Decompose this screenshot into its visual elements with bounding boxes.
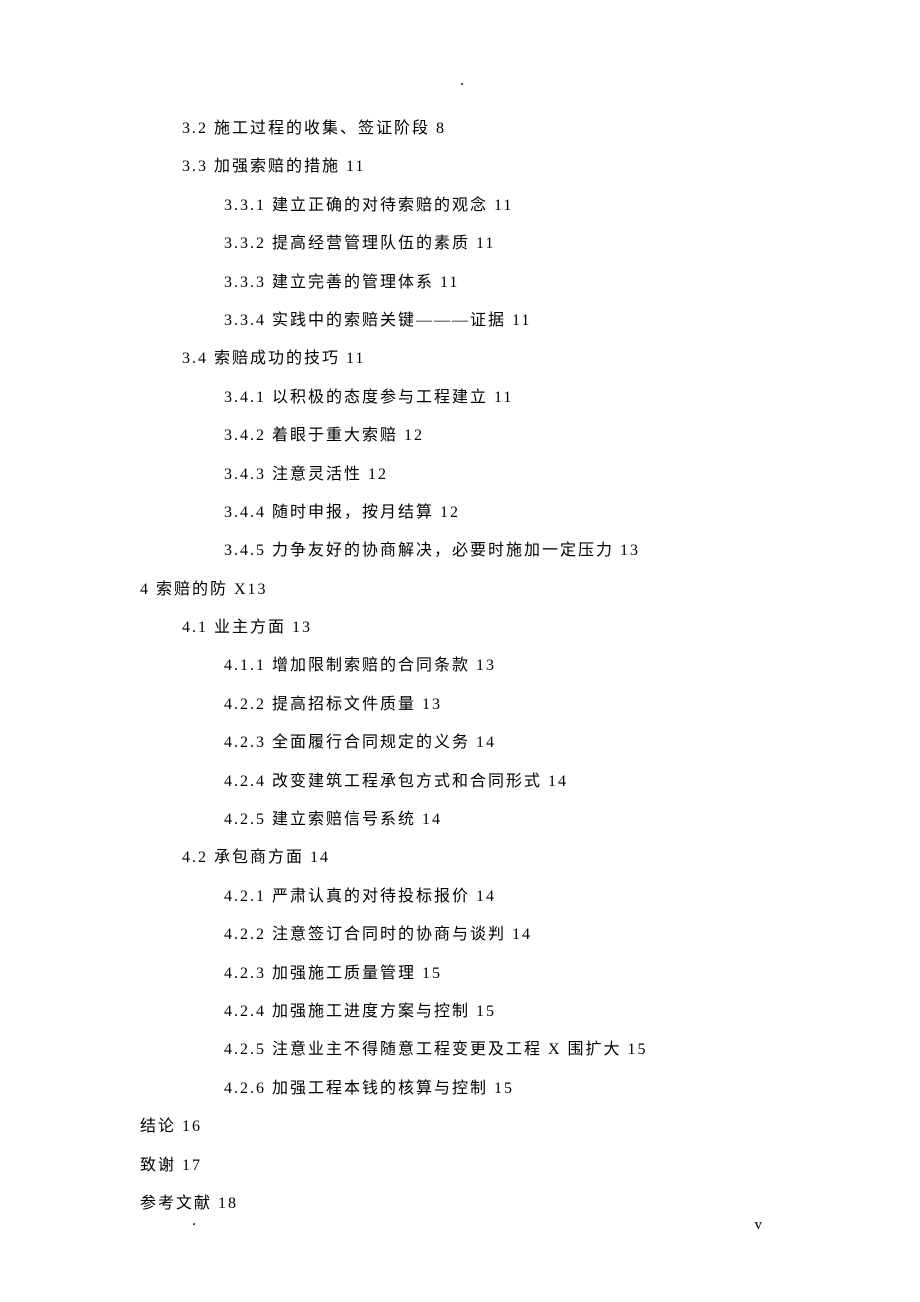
header-dot: . — [460, 72, 464, 90]
toc-entry: 3.4.3 注意灵活性 12 — [224, 456, 780, 494]
toc-entry: 3.3.3 建立完善的管理体系 11 — [224, 264, 780, 302]
toc-entry: 4.2.6 加强工程本钱的核算与控制 15 — [224, 1070, 780, 1108]
toc-entry: 3.4.2 着眼于重大索赔 12 — [224, 417, 780, 455]
footer-dot: . — [192, 1212, 196, 1230]
toc-entry: 3.4 索赔成功的技巧 11 — [182, 340, 780, 378]
toc-entry: 3.4.4 随时申报，按月结算 12 — [224, 494, 780, 532]
toc-entry: 4.2.5 注意业主不得随意工程变更及工程 X 围扩大 15 — [224, 1031, 780, 1069]
toc-entry: 4.2.3 加强施工质量管理 15 — [224, 955, 780, 993]
toc-entry: 4.2.3 全面履行合同规定的义务 14 — [224, 724, 780, 762]
toc-entry: 4.2.4 加强施工进度方案与控制 15 — [224, 993, 780, 1031]
toc-entry: 致谢 17 — [140, 1147, 780, 1185]
toc-entry: 4.2.5 建立索赔信号系统 14 — [224, 801, 780, 839]
toc-entry: 4 索赔的防 X13 — [140, 571, 780, 609]
toc-entry: 3.2 施工过程的收集、签证阶段 8 — [182, 110, 780, 148]
toc-entry: 结论 16 — [140, 1108, 780, 1146]
toc-entry: 3.4.5 力争友好的协商解决，必要时施加一定压力 13 — [224, 532, 780, 570]
toc-entry: 4.1 业主方面 13 — [182, 609, 780, 647]
toc-entry: 3.3.1 建立正确的对待索赔的观念 11 — [224, 187, 780, 225]
toc-entry: 3.4.1 以积极的态度参与工程建立 11 — [224, 379, 780, 417]
toc-entry: 3.3 加强索赔的措施 11 — [182, 148, 780, 186]
toc-entry: 3.3.2 提高经营管理队伍的素质 11 — [224, 225, 780, 263]
toc-entry: 4.2.4 改变建筑工程承包方式和合同形式 14 — [224, 763, 780, 801]
toc-entry: 4.2.1 严肃认真的对待投标报价 14 — [224, 878, 780, 916]
page-number: v — [755, 1217, 763, 1234]
toc-entry: 4.2.2 提高招标文件质量 13 — [224, 686, 780, 724]
toc-entry: 4.1.1 增加限制索赔的合同条款 13 — [224, 647, 780, 685]
toc-entry: 参考文献 18 — [140, 1185, 780, 1223]
toc-entry: 4.2 承包商方面 14 — [182, 839, 780, 877]
toc-entry: 3.3.4 实践中的索赔关键———证据 11 — [224, 302, 780, 340]
toc-container: 3.2 施工过程的收集、签证阶段 83.3 加强索赔的措施 113.3.1 建立… — [0, 0, 920, 1223]
toc-entry: 4.2.2 注意签订合同时的协商与谈判 14 — [224, 916, 780, 954]
